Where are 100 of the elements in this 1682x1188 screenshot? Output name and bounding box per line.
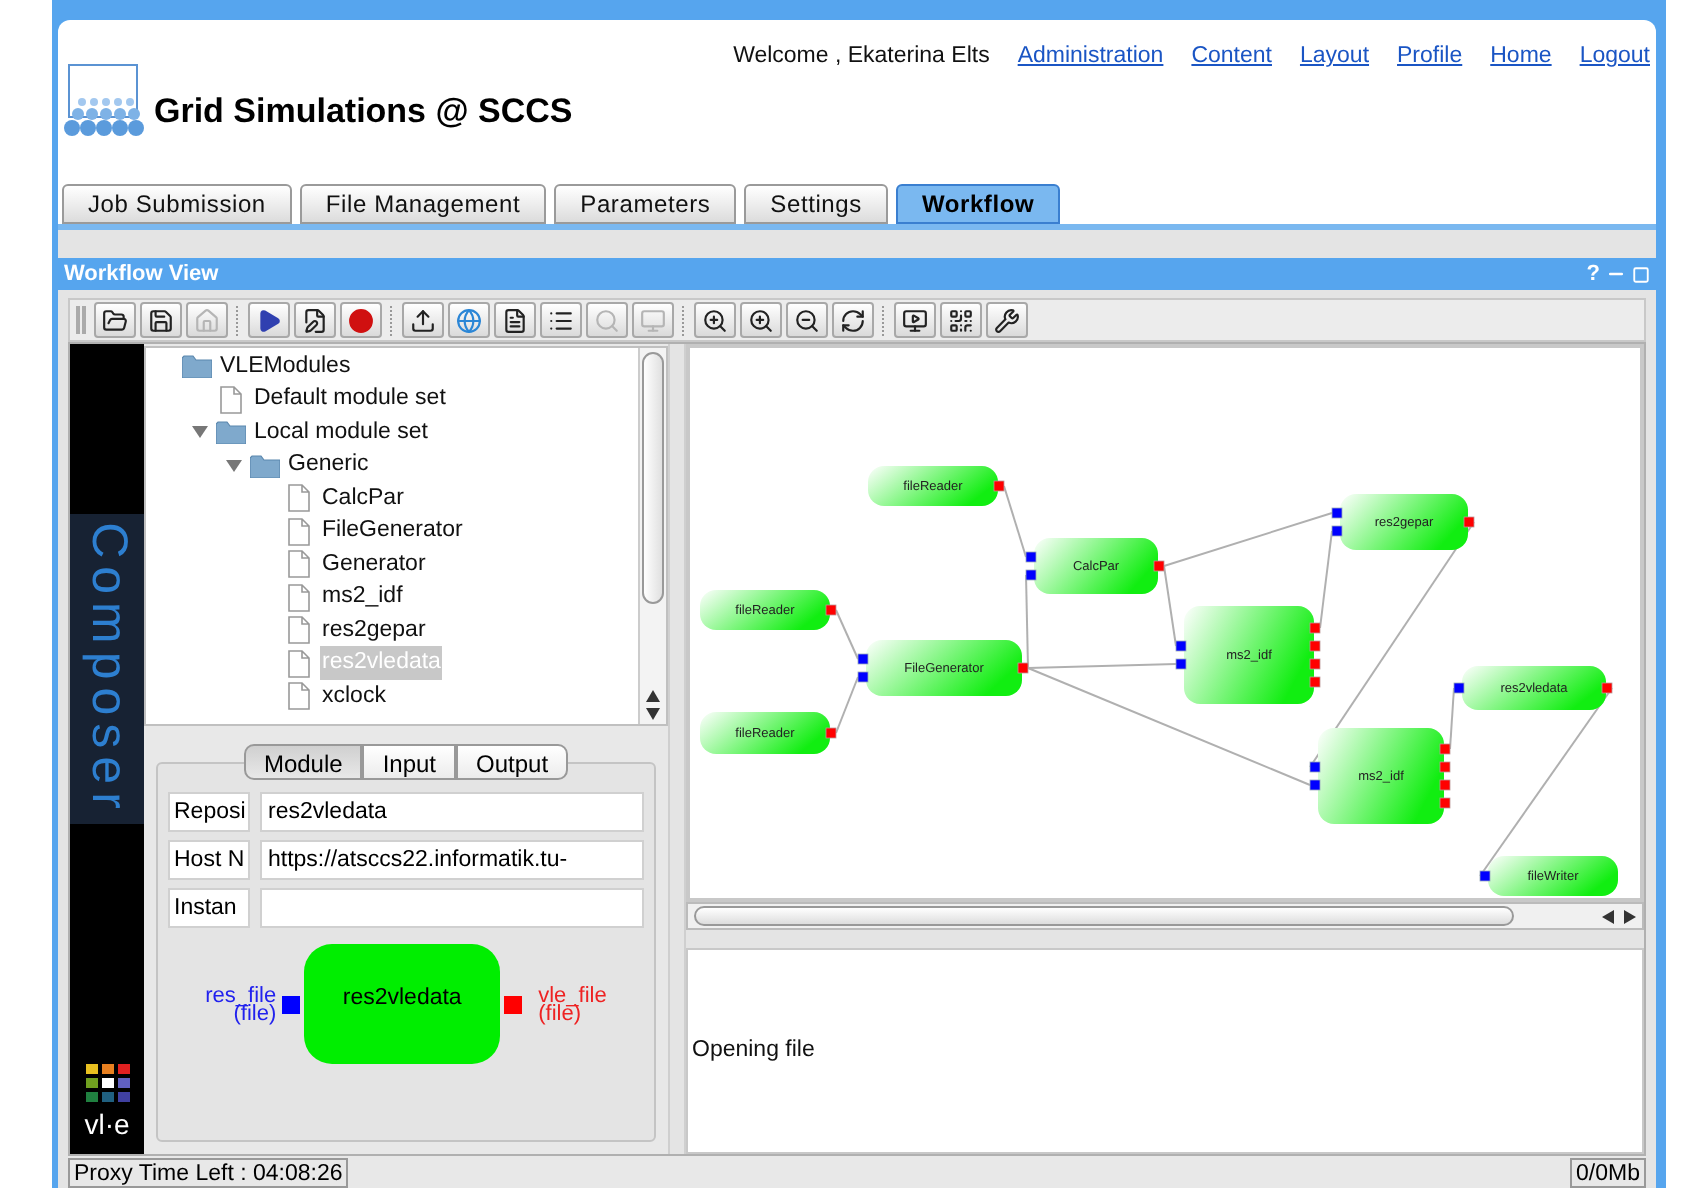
toolbar-button[interactable] [786, 302, 828, 338]
nav-link[interactable]: Profile [1397, 40, 1463, 75]
output-port-icon [504, 995, 523, 1013]
panel-tab[interactable]: Input [362, 744, 457, 780]
tree-item[interactable]: xclock [320, 679, 388, 714]
proxy-time-status: Proxy Time Left : 04:08:26 [68, 1157, 349, 1187]
connector-line [835, 609, 859, 660]
tree-item[interactable]: res2gepar [320, 613, 428, 648]
toolbar-button[interactable] [832, 302, 874, 338]
upload-icon [410, 307, 436, 333]
logo-icon [83, 1062, 131, 1102]
connector-line [835, 676, 859, 734]
file-icon [288, 517, 310, 546]
expand-toggle-icon[interactable] [192, 424, 208, 441]
globe-icon [456, 307, 482, 333]
monitor-icon [902, 307, 928, 333]
tree-item[interactable]: Default module set [252, 382, 448, 417]
maximize-icon[interactable] [1632, 265, 1650, 283]
toolbar-button[interactable] [294, 302, 336, 338]
zoom-in-icon [702, 307, 728, 333]
toolbar-button[interactable] [94, 302, 136, 338]
zoom-out-icon [794, 307, 820, 333]
save-icon [148, 307, 174, 333]
file-icon [288, 649, 310, 678]
nav-link[interactable]: Layout [1299, 40, 1370, 75]
play-icon [256, 307, 282, 333]
edit-icon [302, 307, 328, 333]
tree-item[interactable]: VLEModules [218, 349, 353, 384]
toolbar-button[interactable] [140, 302, 182, 338]
tree-item[interactable]: Generic [286, 448, 371, 483]
nav-tab[interactable]: Job Submission [62, 184, 292, 224]
scroll-up-icon[interactable] [646, 690, 660, 702]
toolbar-button[interactable] [248, 302, 290, 338]
toolbar-button[interactable] [402, 302, 444, 338]
input-port-icon [282, 995, 301, 1013]
list-icon [548, 307, 574, 333]
field-label: Instan [168, 888, 250, 928]
toolbar-button[interactable] [940, 302, 982, 338]
nav-link[interactable]: Administration [1017, 40, 1164, 75]
log-message: Opening file [692, 1035, 815, 1066]
expand-toggle-icon[interactable] [226, 457, 242, 474]
panel-tab[interactable]: Output [456, 744, 569, 780]
nav-tab[interactable]: Workflow [895, 184, 1061, 224]
toolbar-button[interactable] [894, 302, 936, 338]
text-field[interactable]: https://atsccs22.informatik.tu- [260, 840, 644, 880]
toolbar-grip[interactable] [76, 306, 86, 334]
scrollbar[interactable] [638, 348, 666, 724]
file-icon [288, 484, 310, 513]
scroll-down-icon[interactable] [646, 708, 660, 720]
folder-icon [250, 453, 280, 478]
nav-link[interactable]: Logout [1579, 40, 1650, 75]
nav-link[interactable]: Content [1191, 40, 1272, 75]
file-icon [288, 583, 310, 612]
nav-tab[interactable]: Settings [744, 184, 888, 224]
toolbar-button[interactable] [740, 302, 782, 338]
nav-tab[interactable]: Parameters [554, 184, 737, 224]
file-icon [288, 550, 310, 579]
panel-tab[interactable]: Module [243, 744, 363, 780]
scroll-left-icon[interactable] [1602, 909, 1614, 923]
folder-icon [216, 420, 246, 445]
file-icon [220, 385, 242, 414]
text-field[interactable] [260, 888, 644, 928]
tree-item[interactable]: ms2_idf [320, 580, 405, 615]
nav-link[interactable]: Home [1490, 40, 1552, 75]
tree-item[interactable]: FileGenerator [320, 514, 465, 549]
port-type: (file) [233, 1006, 277, 1024]
memory-status: 0/0Mb [1570, 1157, 1646, 1187]
field-label: Reposi [168, 792, 250, 832]
tree-item[interactable]: Local module set [252, 415, 430, 450]
port-name: res_file [205, 988, 277, 1006]
site-title: Grid Simulations @ SCCS [154, 89, 573, 134]
folder-icon [182, 354, 212, 379]
tools-icon [994, 307, 1020, 333]
file-icon [288, 682, 310, 711]
refresh-icon [840, 307, 866, 333]
folder-icon [102, 307, 128, 333]
connector-line [1003, 485, 1027, 558]
port-type: (file) [538, 1006, 581, 1024]
toolbar-button[interactable] [494, 302, 536, 338]
stop-icon [348, 307, 374, 333]
text-field[interactable]: res2vledata [260, 792, 644, 832]
nav-tab[interactable]: File Management [299, 184, 547, 224]
toolbar-button[interactable] [540, 302, 582, 338]
tree-item[interactable]: Generator [320, 547, 428, 582]
document-icon [502, 307, 528, 333]
logo-text: vl·e [84, 1106, 130, 1144]
monitor-icon [640, 307, 666, 333]
horizontal-scrollbar[interactable] [686, 902, 1644, 930]
port-name: vle_file [538, 988, 607, 1006]
toolbar-button[interactable] [986, 302, 1028, 338]
tree-item[interactable]: CalcPar [320, 481, 406, 516]
module-node[interactable]: res2vledata [304, 944, 501, 1064]
scroll-right-icon[interactable] [1624, 909, 1636, 923]
toolbar-button[interactable] [694, 302, 736, 338]
sidebar-label: Composer [78, 521, 139, 817]
house-icon [194, 307, 220, 333]
search-icon [594, 307, 620, 333]
zoom-in-icon [748, 307, 774, 333]
welcome-text: Welcome , Ekaterina Elts [733, 42, 990, 72]
file-icon [288, 616, 310, 645]
